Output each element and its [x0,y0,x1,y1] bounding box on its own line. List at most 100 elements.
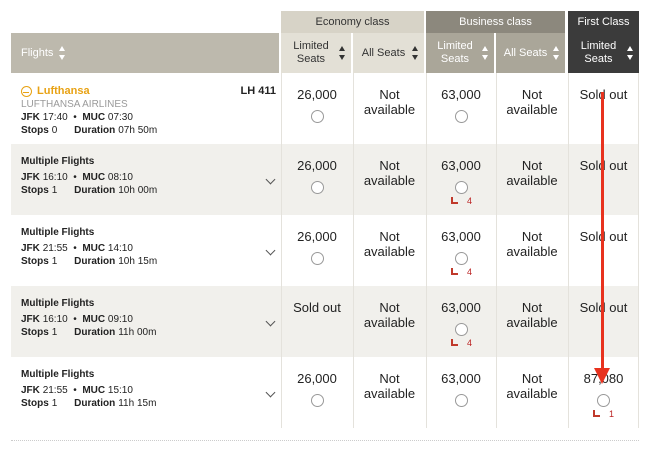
business-limited-cell: 63,000 [426,73,495,144]
economy-limited-cell: 26,000 [281,357,352,428]
stops-count: 1 [51,327,58,338]
duration-value: 11h 00m [118,327,157,338]
sort-icon[interactable] [59,46,66,60]
award-price: 63,000 [441,87,481,102]
seat-icon [450,267,459,277]
flight-title: Multiple Flights [21,227,95,238]
duration-value: 10h 00m [118,185,158,196]
flight-row[interactable]: Multiple Flights JFK 16:10 • MUC 09:10 S… [11,286,639,357]
availability-text: Not available [363,87,416,117]
flights-column-header[interactable]: Flights [11,33,279,73]
departure-code: JFK [21,172,40,183]
select-radio[interactable] [454,394,468,407]
stops-count: 0 [51,125,58,136]
flight-row[interactable]: Multiple Flights JFK 21:55 • MUC 14:10 S… [11,215,639,286]
business-all-cell: Not available [496,286,567,357]
select-radio[interactable] [454,323,468,336]
economy-all-seats-header[interactable]: All Seats [353,33,424,73]
table-bottom-border [11,440,639,441]
stops-count: 1 [51,256,58,267]
sort-icon[interactable] [553,46,560,60]
select-radio[interactable] [454,181,468,194]
economy-limited-cell: 26,000 [281,144,352,215]
select-radio[interactable] [310,252,324,265]
duration-label: Duration [74,256,116,267]
award-price: 26,000 [297,87,337,102]
column-header-row: Flights Limited Seats All Seats Limited … [11,33,639,73]
departure-time: 16:10 [42,314,68,325]
seat-icon [592,409,601,419]
business-all-cell: Not available [496,357,567,428]
select-radio[interactable] [597,394,610,407]
arrival-time: 08:10 [107,172,133,183]
sort-icon[interactable] [412,46,419,60]
flight-row[interactable]: Multiple Flights JFK 21:55 • MUC 15:10 S… [11,357,639,428]
economy-all-cell: Not available [353,215,425,286]
availability-text: Not available [506,229,558,259]
availability-text: Not available [363,371,416,401]
seats-left-indicator: 4 [450,267,472,277]
departure-time: 16:10 [42,172,68,183]
departure-code: JFK [21,112,40,123]
departure-time: 21:55 [42,385,68,396]
select-radio[interactable] [310,110,324,123]
seat-icon [450,196,459,206]
award-price: 26,000 [297,158,337,173]
sort-icon[interactable] [627,46,634,60]
economy-all-cell: Not available [353,144,425,215]
seats-left-indicator: 4 [450,338,472,348]
annotation-arrow-line [601,92,604,372]
business-all-cell: Not available [496,73,567,144]
economy-all-cell: Not available [353,286,425,357]
flight-info: Multiple Flights JFK 21:55 • MUC 14:10 S… [11,215,280,286]
business-all-cell: Not available [496,215,567,286]
duration-value: 10h 15m [118,256,158,267]
award-price: 63,000 [441,158,481,173]
column-label: Limited Seats [580,40,617,65]
route: JFK 16:10 • MUC 08:10 [21,172,133,183]
availability-text: Not available [506,87,558,117]
sort-icon[interactable] [482,46,489,60]
first-limited-seats-header[interactable]: Limited Seats [568,33,639,73]
business-all-cell: Not available [496,144,567,215]
business-limited-cell: 63,000 4 [426,286,495,357]
stops-count: 1 [51,185,58,196]
arrival-time: 09:10 [107,314,133,325]
duration-label: Duration [74,398,116,409]
stops-label: Stops [21,398,49,409]
economy-all-cell: Not available [353,73,425,144]
arrival-code: MUC [82,385,106,396]
arrival-time: 07:30 [107,112,133,123]
departure-time: 21:55 [42,243,68,254]
business-all-seats-header[interactable]: All Seats [496,33,565,73]
business-limited-seats-header[interactable]: Limited Seats [426,33,494,73]
sort-icon[interactable] [339,46,346,60]
arrival-time: 14:10 [107,243,133,254]
select-radio[interactable] [454,110,468,123]
select-radio[interactable] [310,181,324,194]
availability-text: Not available [363,300,416,330]
select-radio[interactable] [310,394,324,407]
flights-column-label: Flights [21,46,54,59]
flight-info: Lufthansa LUFTHANSA AIRLINES JFK 17:40 •… [11,73,280,144]
select-radio[interactable] [454,252,468,265]
availability-text: Not available [363,158,416,188]
business-class-header: Business class [426,11,565,33]
flight-title: Multiple Flights [21,298,95,309]
arrival-time: 15:10 [107,385,133,396]
economy-limited-seats-header[interactable]: Limited Seats [281,33,351,73]
stops-label: Stops [21,185,49,196]
business-limited-cell: 63,000 4 [426,144,495,215]
flight-row[interactable]: Multiple Flights JFK 16:10 • MUC 08:10 S… [11,144,639,215]
seats-left-count: 4 [467,267,473,277]
duration-label: Duration [74,327,116,338]
arrival-code: MUC [82,314,106,325]
seats-left-indicator: 4 [450,196,472,206]
duration-value: 11h 15m [118,398,157,409]
stops-label: Stops [21,327,49,338]
seats-left-indicator: 1 [592,409,614,419]
airline-logo-text: Lufthansa [37,85,90,97]
arrival-code: MUC [82,243,106,254]
flight-info: Multiple Flights JFK 21:55 • MUC 15:10 S… [11,357,280,428]
seat-icon [450,338,459,348]
